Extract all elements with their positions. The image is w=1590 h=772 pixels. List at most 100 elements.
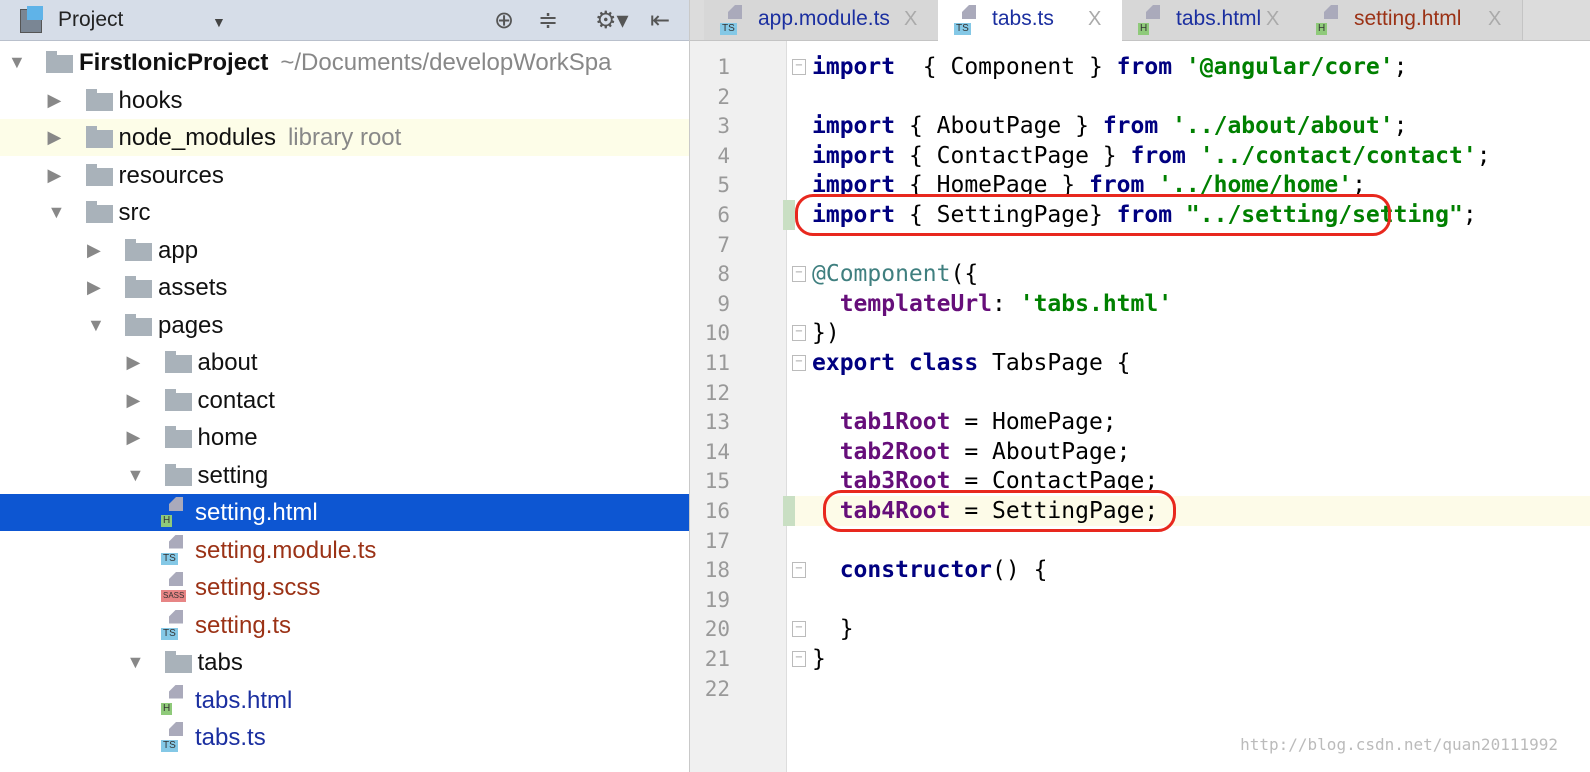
- tree-item-src[interactable]: ▼ src: [0, 194, 689, 231]
- tree-item-resources[interactable]: ▶ resources: [0, 157, 689, 194]
- close-tab-icon[interactable]: X: [1088, 0, 1101, 39]
- page-icon: [169, 572, 183, 586]
- collapsed-arrow-icon[interactable]: ▶: [48, 82, 62, 119]
- collapse-all-icon[interactable]: ≑: [538, 6, 558, 35]
- gear-icon[interactable]: ⚙▾: [595, 6, 629, 35]
- tree-item-label: home: [198, 419, 258, 456]
- item-name: contact: [197, 386, 275, 414]
- expanded-arrow-icon[interactable]: ▼: [8, 44, 26, 81]
- code-token: 'tabs.html': [1019, 290, 1173, 317]
- file-ts-icon: TS: [720, 5, 750, 35]
- fold-marker-icon[interactable]: −: [792, 651, 806, 667]
- item-name: pages: [158, 311, 224, 339]
- line-number: 18: [704, 558, 730, 583]
- project-view-selector[interactable]: Project: [58, 8, 123, 32]
- item-name: tabs: [197, 649, 243, 676]
- collapsed-arrow-icon[interactable]: ▶: [48, 157, 62, 194]
- fold-marker-icon[interactable]: −: [792, 355, 806, 371]
- tree-item-hooks[interactable]: ▶ hooks: [0, 82, 689, 119]
- locate-icon[interactable]: ⊕: [494, 6, 514, 35]
- tree-item-setting-module-ts[interactable]: TS setting.module.ts: [0, 532, 689, 569]
- folder-icon: [164, 651, 192, 673]
- line-number: 10: [704, 321, 730, 346]
- file-ts-icon: TS: [161, 534, 191, 565]
- page-icon: [169, 722, 183, 736]
- code-line: import { AboutPage } from '../about/abou…: [812, 111, 1407, 141]
- item-name: resources: [118, 161, 224, 189]
- tree-item-contact[interactable]: ▶ contact: [0, 382, 689, 419]
- collapsed-arrow-icon[interactable]: ▶: [127, 382, 141, 419]
- item-name: hooks: [118, 86, 183, 114]
- code-token: ;: [1393, 113, 1408, 140]
- expanded-arrow-icon[interactable]: ▼: [127, 644, 145, 681]
- code-token: TabsPage {: [978, 350, 1131, 376]
- change-marker[interactable]: [783, 496, 795, 526]
- chevron-down-icon[interactable]: ▼: [212, 14, 226, 30]
- file-badge: TS: [161, 552, 178, 565]
- expanded-arrow-icon[interactable]: ▼: [127, 457, 145, 494]
- hide-panel-icon[interactable]: ⇤: [650, 6, 670, 35]
- tree-item-label: setting: [198, 457, 269, 494]
- code-token: import: [812, 113, 896, 140]
- folder-icon: [46, 51, 73, 73]
- line-number: 22: [704, 676, 730, 701]
- editor-tab-bar: TS app.module.ts X TS tabs.ts X Htabs.html X Hse…: [690, 0, 1590, 41]
- item-name: setting.module.ts: [195, 536, 377, 564]
- tab-app-module-ts[interactable]: TS app.module.ts X: [704, 0, 939, 40]
- tree-item-label: node_modules library root: [119, 119, 402, 156]
- fold-marker-icon[interactable]: −: [792, 59, 806, 75]
- close-tab-icon[interactable]: X: [904, 0, 917, 39]
- collapsed-arrow-icon[interactable]: ▶: [87, 232, 101, 269]
- tab-tabs-html[interactable]: Htabs.html X: [1122, 0, 1301, 40]
- line-number: 20: [704, 617, 730, 642]
- close-tab-icon[interactable]: X: [1488, 0, 1501, 39]
- folder-icon: [125, 276, 152, 298]
- fold-marker-icon[interactable]: −: [792, 621, 806, 638]
- tree-item-firstionicproject[interactable]: ▼ FirstIonicProject ~/Documents/developWor…: [0, 44, 689, 81]
- collapsed-arrow-icon[interactable]: ▶: [127, 344, 141, 381]
- change-marker[interactable]: [783, 200, 795, 230]
- expanded-arrow-icon[interactable]: ▼: [48, 194, 66, 231]
- tree-item-pages[interactable]: ▼ pages: [0, 307, 689, 344]
- line-number: 9: [717, 291, 730, 316]
- code-line: tab2Root = AboutPage;: [812, 437, 1131, 467]
- file-badge: SASS: [161, 590, 187, 602]
- tree-item-assets[interactable]: ▶ assets: [0, 269, 689, 306]
- expanded-arrow-icon[interactable]: ▼: [87, 307, 105, 344]
- collapsed-arrow-icon[interactable]: ▶: [48, 119, 62, 156]
- tree-item-setting-html[interactable]: Hsetting.html: [0, 494, 689, 531]
- tree-item-label: contact: [198, 382, 275, 419]
- collapsed-arrow-icon[interactable]: ▶: [87, 269, 101, 306]
- tree-item-tabs-ts[interactable]: TS tabs.ts: [0, 719, 689, 756]
- tree-item-home[interactable]: ▶ home: [0, 419, 689, 456]
- tree-item-setting-scss[interactable]: SASS setting.scss: [0, 569, 689, 606]
- file-h-icon: H: [1316, 5, 1346, 35]
- line-number: 2: [717, 84, 730, 109]
- code-line: tab1Root = HomePage;: [812, 407, 1117, 437]
- tree-item-setting[interactable]: ▼ setting: [0, 457, 689, 494]
- close-tab-icon[interactable]: X: [1266, 0, 1279, 39]
- code-token: }: [812, 646, 826, 672]
- code-line: export class TabsPage {: [812, 348, 1131, 378]
- code-editor[interactable]: 1 2 3 4 5 6 7 8 9 10 11 12 13 14 15 16 17 18 19 20 21 22 − imp…: [690, 41, 1590, 772]
- fold-marker-icon[interactable]: −: [792, 325, 806, 342]
- fold-marker-icon[interactable]: −: [792, 562, 806, 579]
- tree-item-label: tabs: [198, 644, 243, 681]
- tree-item-about[interactable]: ▶ about: [0, 344, 689, 381]
- tree-item-node-modules[interactable]: ▶ node_modules library root: [0, 119, 689, 156]
- item-name: about: [197, 349, 258, 376]
- tree-item-setting-ts[interactable]: TS setting.ts: [0, 607, 689, 644]
- fold-marker-icon[interactable]: −: [792, 266, 806, 283]
- code-token: '@angular/core': [1185, 54, 1394, 80]
- code-token: }): [812, 320, 840, 347]
- collapsed-arrow-icon[interactable]: ▶: [127, 419, 141, 456]
- tree-item-tabs[interactable]: ▼ tabs: [0, 644, 689, 681]
- tree-item-app[interactable]: ▶ app: [0, 232, 689, 269]
- tab-tabs-ts[interactable]: TS tabs.ts X: [938, 0, 1123, 41]
- tree-item-tabs-html[interactable]: Htabs.html: [0, 682, 689, 719]
- code-token: { ContactPage }: [895, 142, 1131, 169]
- code-token: = AboutPage;: [950, 438, 1131, 465]
- folder-icon: [85, 201, 113, 223]
- tab-setting-html[interactable]: Hsetting.html X: [1300, 0, 1523, 40]
